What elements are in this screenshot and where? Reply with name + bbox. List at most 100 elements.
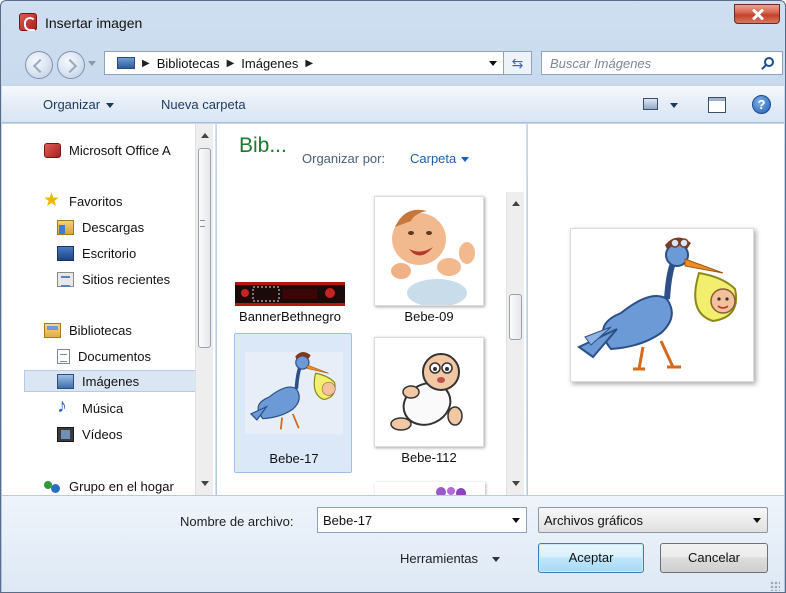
document-icon: [57, 348, 70, 364]
sidebar-item-recent-places[interactable]: Sitios recientes: [57, 268, 170, 290]
preview-image-frame: [570, 228, 754, 382]
file-tile-partial[interactable]: [375, 482, 485, 495]
file-tile-bebe-112[interactable]: Bebe-112: [370, 333, 488, 473]
sidebar-item-music[interactable]: Música: [57, 395, 124, 419]
sidebar-item-libraries[interactable]: Bibliotecas: [44, 319, 132, 341]
back-button[interactable]: [25, 51, 53, 79]
file-name: Bebe-09: [404, 309, 454, 324]
scroll-up-icon[interactable]: [201, 133, 209, 138]
chevron-down-icon[interactable]: [753, 518, 761, 523]
scroll-up-icon[interactable]: [512, 201, 520, 206]
music-icon: [57, 395, 74, 418]
insert-image-dialog: Insertar imagen ▶ Bibliotecas ▶ Imágenes…: [0, 0, 786, 593]
desktop-icon: [57, 245, 74, 261]
breadcrumb-arrow-icon[interactable]: ▶: [305, 58, 313, 69]
file-list-scrollbar[interactable]: [506, 192, 524, 495]
help-icon[interactable]: ?: [752, 95, 771, 114]
filename-combobox[interactable]: Bebe-17: [317, 507, 527, 533]
accept-button[interactable]: Aceptar: [538, 543, 644, 573]
star-icon: [43, 189, 61, 212]
breadcrumb-arrow-icon[interactable]: ▶: [227, 58, 235, 69]
sidebar-item-label: Documentos: [78, 348, 151, 364]
scroll-down-icon[interactable]: [512, 481, 520, 486]
recent-places-icon: [57, 271, 74, 287]
breadcrumb-libraries[interactable]: Bibliotecas: [157, 56, 220, 71]
preview-pane-icon[interactable]: [708, 97, 726, 113]
file-tile-bebe-09[interactable]: Bebe-09: [370, 192, 488, 332]
change-view-icon[interactable]: [643, 98, 658, 110]
sidebar-item-label: Microsoft Office A: [69, 142, 171, 158]
file-thumbnail: [374, 337, 484, 447]
search-input[interactable]: Buscar Imágenes: [550, 56, 651, 71]
file-thumbnail: [239, 338, 349, 448]
chevron-down-icon: [492, 557, 501, 563]
file-name: BannerBethnegro: [239, 309, 341, 324]
cancel-button[interactable]: Cancelar: [660, 543, 768, 573]
file-list-pane: Bib... Organizar por: Carpeta BannerBeth…: [217, 124, 527, 495]
office-icon: [44, 142, 61, 158]
flowers-image: [436, 487, 466, 495]
tools-menu-button[interactable]: Herramientas: [400, 551, 501, 566]
file-type-select[interactable]: Archivos gráficos: [538, 507, 768, 533]
stork-baby-image: [244, 351, 344, 435]
sidebar-item-documents[interactable]: Documentos: [57, 345, 151, 367]
arrange-by-dropdown[interactable]: Carpeta: [410, 151, 470, 166]
scroll-down-icon[interactable]: [201, 481, 209, 486]
file-type-value: Archivos gráficos: [544, 513, 643, 528]
dialog-footer: Nombre de archivo: Bebe-17 Archivos gráf…: [2, 495, 784, 592]
cartoon-baby-image: [375, 338, 483, 446]
search-icon[interactable]: [764, 57, 774, 67]
resize-grip-icon[interactable]: [770, 581, 780, 591]
downloads-folder-icon: [57, 219, 74, 235]
stork-baby-preview-image: [577, 237, 737, 371]
file-name: Bebe-112: [401, 450, 457, 465]
sidebar-item-favorites[interactable]: Favoritos: [43, 189, 123, 212]
scrollbar-grip-icon: [200, 220, 205, 227]
refresh-button[interactable]: ⇆: [504, 51, 532, 75]
pictures-icon: [57, 373, 74, 389]
scrollbar-thumb[interactable]: [198, 148, 211, 348]
organize-menu-button[interactable]: Organizar: [43, 97, 115, 112]
filename-field[interactable]: Bebe-17: [323, 513, 372, 528]
sidebar-item-label: Vídeos: [82, 426, 123, 442]
scrollbar-thumb[interactable]: [509, 294, 522, 340]
video-icon: [57, 426, 74, 442]
sidebar-item-videos[interactable]: Vídeos: [57, 423, 122, 445]
breadcrumb-pictures[interactable]: Imágenes: [241, 56, 298, 71]
sidebar-item-label: Música: [82, 400, 124, 416]
file-thumbnail: [374, 196, 484, 306]
file-tile-bannerbethnegro[interactable]: BannerBethnegro: [231, 192, 349, 332]
sidebar-item-pictures[interactable]: Imágenes: [24, 370, 196, 392]
preview-pane: [528, 124, 784, 495]
breadcrumb-arrow-icon[interactable]: ▶: [142, 58, 150, 69]
sidebar-item-label: Favoritos: [69, 193, 123, 209]
arrange-by-label: Organizar por:: [302, 151, 386, 166]
new-folder-button[interactable]: Nueva carpeta: [161, 97, 246, 112]
address-dropdown-icon[interactable]: [489, 61, 497, 66]
close-button[interactable]: [734, 4, 780, 24]
homegroup-icon: [44, 479, 61, 494]
sidebar-item-label: Imágenes: [82, 373, 140, 389]
sidebar-item-label: Bibliotecas: [69, 322, 132, 338]
sidebar-item-desktop[interactable]: Escritorio: [57, 242, 136, 264]
sidebar-item-homegroup[interactable]: Grupo en el hogar: [44, 475, 174, 497]
chevron-down-icon[interactable]: [512, 518, 520, 523]
forward-button[interactable]: [57, 51, 85, 79]
address-bar[interactable]: ▶ Bibliotecas ▶ Imágenes ▶: [104, 51, 504, 75]
navigation-scrollbar[interactable]: [195, 124, 213, 495]
sidebar-item-label: Grupo en el hogar: [69, 478, 174, 494]
title-bar: Insertar imagen: [1, 1, 785, 43]
sidebar-item-label: Sitios recientes: [82, 271, 171, 287]
file-tile-bebe-17[interactable]: Bebe-17: [234, 333, 352, 473]
chevron-down-icon: [461, 157, 470, 163]
laughing-baby-image: [375, 197, 483, 305]
navigation-row: ▶ Bibliotecas ▶ Imágenes ▶ ⇆ Buscar Imág…: [1, 43, 785, 83]
search-box[interactable]: Buscar Imágenes: [541, 51, 783, 75]
sidebar-item-downloads[interactable]: Descargas: [57, 216, 144, 238]
view-options-chevron-icon[interactable]: [670, 103, 678, 108]
banner-image: [235, 282, 345, 306]
chevron-down-icon: [106, 103, 115, 109]
sidebar-item-office[interactable]: Microsoft Office A: [44, 139, 194, 161]
window-title: Insertar imagen: [45, 15, 143, 31]
recent-pages-dropdown-icon[interactable]: [88, 61, 96, 66]
